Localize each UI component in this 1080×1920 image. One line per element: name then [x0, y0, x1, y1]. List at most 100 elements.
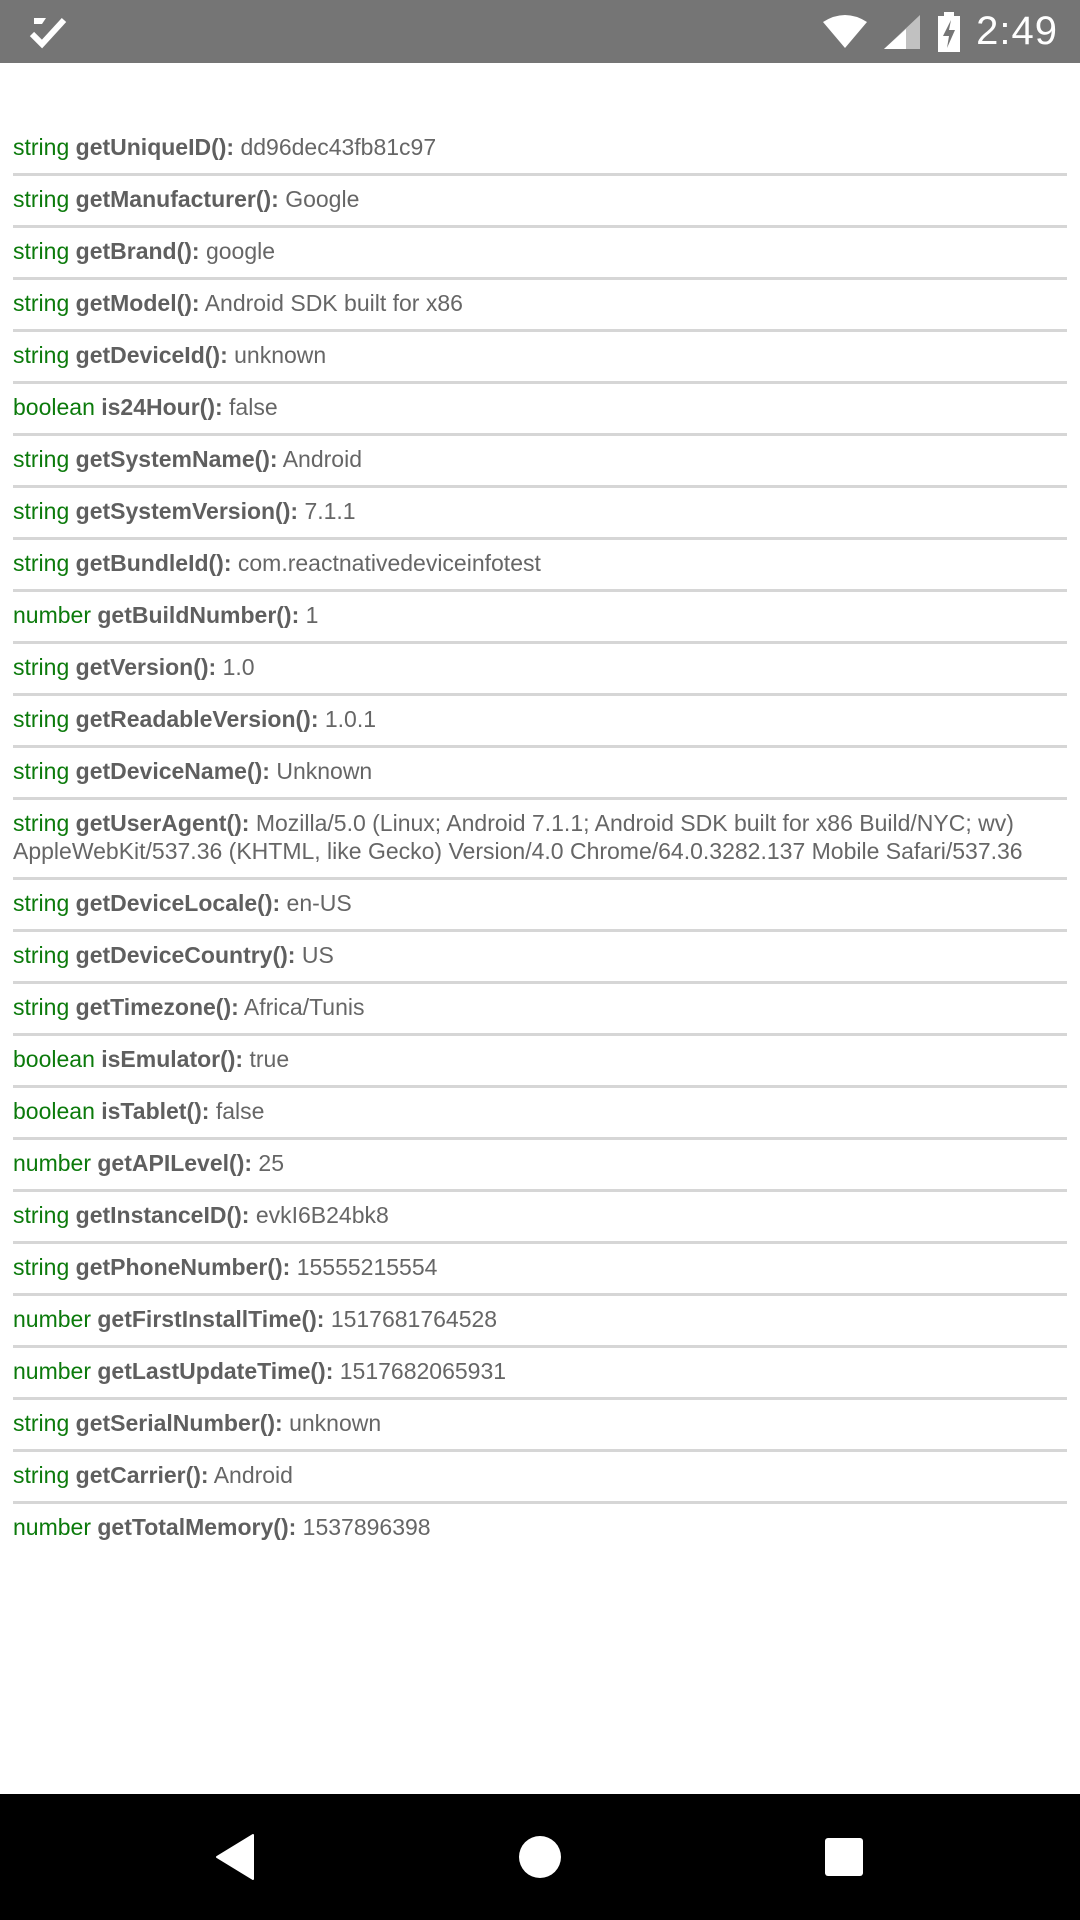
- return-type: number: [13, 1358, 91, 1384]
- method-value: 25: [258, 1150, 284, 1176]
- return-type: boolean: [13, 1046, 95, 1072]
- info-row: string getPhoneNumber(): 15555215554: [13, 1244, 1067, 1296]
- wifi-icon: [823, 14, 868, 48]
- info-row: boolean is24Hour(): false: [13, 384, 1067, 436]
- recents-button[interactable]: [784, 1794, 904, 1920]
- return-type: string: [13, 994, 70, 1020]
- info-row: number getBuildNumber(): 1: [13, 592, 1067, 644]
- info-row: number getLastUpdateTime(): 151768206593…: [13, 1348, 1067, 1400]
- method-value: 1: [305, 602, 319, 628]
- method-value: evkI6B24bk8: [255, 1202, 389, 1228]
- info-row: string getTimezone(): Africa/Tunis: [13, 984, 1067, 1036]
- method-name: getCarrier():: [75, 1462, 209, 1488]
- back-triangle-icon: [216, 1834, 254, 1880]
- return-type: number: [13, 1514, 91, 1540]
- status-right-group: 2:49: [822, 0, 1058, 63]
- return-type: string: [13, 890, 70, 916]
- return-type: string: [13, 1410, 70, 1436]
- info-row: string getReadableVersion(): 1.0.1: [13, 696, 1067, 748]
- info-row: string getBrand(): google: [13, 228, 1067, 280]
- method-name: getSystemVersion():: [75, 498, 299, 524]
- return-type: string: [13, 706, 70, 732]
- return-type: string: [13, 134, 70, 160]
- info-row: string getDeviceCountry(): US: [13, 932, 1067, 984]
- method-value: Android SDK built for x86: [204, 290, 463, 316]
- method-value: 1517682065931: [339, 1358, 507, 1384]
- info-row: string getDeviceName(): Unknown: [13, 748, 1067, 800]
- method-value: en-US: [286, 890, 352, 916]
- return-type: boolean: [13, 394, 95, 420]
- back-button[interactable]: [175, 1794, 295, 1920]
- checkmark-notification-icon: [29, 17, 67, 49]
- method-name: getLastUpdateTime():: [97, 1358, 334, 1384]
- method-value: dd96dec43fb81c97: [240, 134, 437, 160]
- info-row: number getAPILevel(): 25: [13, 1140, 1067, 1192]
- info-row: string getUniqueID(): dd96dec43fb81c97: [13, 124, 1067, 176]
- navigation-bar: [0, 1794, 1080, 1920]
- device-info-scroll-view[interactable]: string getUniqueID(): dd96dec43fb81c97 st…: [0, 63, 1080, 1794]
- info-row: string getModel(): Android SDK built for…: [13, 280, 1067, 332]
- info-row: string getVersion(): 1.0: [13, 644, 1067, 696]
- method-value: 1517681764528: [330, 1306, 498, 1332]
- method-name: getBuildNumber():: [97, 602, 300, 628]
- info-row: string getSystemVersion(): 7.1.1: [13, 488, 1067, 540]
- method-value: 1.0.1: [324, 706, 377, 732]
- recents-square-icon: [825, 1838, 863, 1876]
- method-value: Unknown: [276, 758, 373, 784]
- method-name: getTotalMemory():: [97, 1514, 297, 1540]
- return-type: string: [13, 290, 70, 316]
- method-value: unknown: [234, 342, 327, 368]
- method-name: getBundleId():: [75, 550, 232, 576]
- method-name: getManufacturer():: [75, 186, 279, 212]
- method-value: 1537896398: [302, 1514, 431, 1540]
- method-name: getDeviceLocale():: [75, 890, 281, 916]
- return-type: string: [13, 186, 70, 212]
- method-value: Android: [282, 446, 362, 472]
- method-value: unknown: [289, 1410, 382, 1436]
- return-type: string: [13, 238, 70, 264]
- method-name: getFirstInstallTime():: [97, 1306, 325, 1332]
- method-value: true: [249, 1046, 290, 1072]
- return-type: string: [13, 1462, 70, 1488]
- info-row: string getSystemName(): Android: [13, 436, 1067, 488]
- method-value: false: [229, 394, 278, 420]
- method-name: getReadableVersion():: [75, 706, 319, 732]
- method-value: 15555215554: [296, 1254, 438, 1280]
- info-row: string getBundleId(): com.reactnativedev…: [13, 540, 1067, 592]
- info-row: string getDeviceId(): unknown: [13, 332, 1067, 384]
- return-type: string: [13, 810, 70, 836]
- device-info-list: string getUniqueID(): dd96dec43fb81c97 st…: [13, 124, 1067, 1553]
- method-name: is24Hour():: [101, 394, 223, 420]
- return-type: number: [13, 1306, 91, 1332]
- method-name: getBrand():: [75, 238, 200, 264]
- info-row: boolean isTablet(): false: [13, 1088, 1067, 1140]
- return-type: string: [13, 342, 70, 368]
- return-type: number: [13, 1150, 91, 1176]
- method-name: getDeviceName():: [75, 758, 270, 784]
- method-name: getInstanceID():: [75, 1202, 250, 1228]
- home-button[interactable]: [480, 1794, 600, 1920]
- info-row: boolean isEmulator(): true: [13, 1036, 1067, 1088]
- method-value: US: [301, 942, 334, 968]
- method-name: isEmulator():: [101, 1046, 244, 1072]
- home-circle-icon: [519, 1836, 561, 1878]
- method-name: getTimezone():: [75, 994, 239, 1020]
- return-type: boolean: [13, 1098, 95, 1124]
- battery-charging-icon: [938, 11, 961, 52]
- method-value: google: [205, 238, 276, 264]
- method-value: false: [215, 1098, 265, 1124]
- return-type: string: [13, 446, 70, 472]
- method-value: 1.0: [222, 654, 255, 680]
- info-row: string getCarrier(): Android: [13, 1452, 1067, 1504]
- method-name: getPhoneNumber():: [75, 1254, 291, 1280]
- method-name: getVersion():: [75, 654, 217, 680]
- status-time: 2:49: [976, 9, 1058, 53]
- info-row: string getSerialNumber(): unknown: [13, 1400, 1067, 1452]
- return-type: string: [13, 1254, 70, 1280]
- method-name: getSerialNumber():: [75, 1410, 283, 1436]
- return-type: string: [13, 550, 70, 576]
- method-value: com.reactnativedeviceinfotest: [237, 550, 541, 576]
- method-name: getAPILevel():: [97, 1150, 253, 1176]
- info-row: number getFirstInstallTime(): 1517681764…: [13, 1296, 1067, 1348]
- info-row: string getUserAgent(): Mozilla/5.0 (Linu…: [13, 800, 1067, 880]
